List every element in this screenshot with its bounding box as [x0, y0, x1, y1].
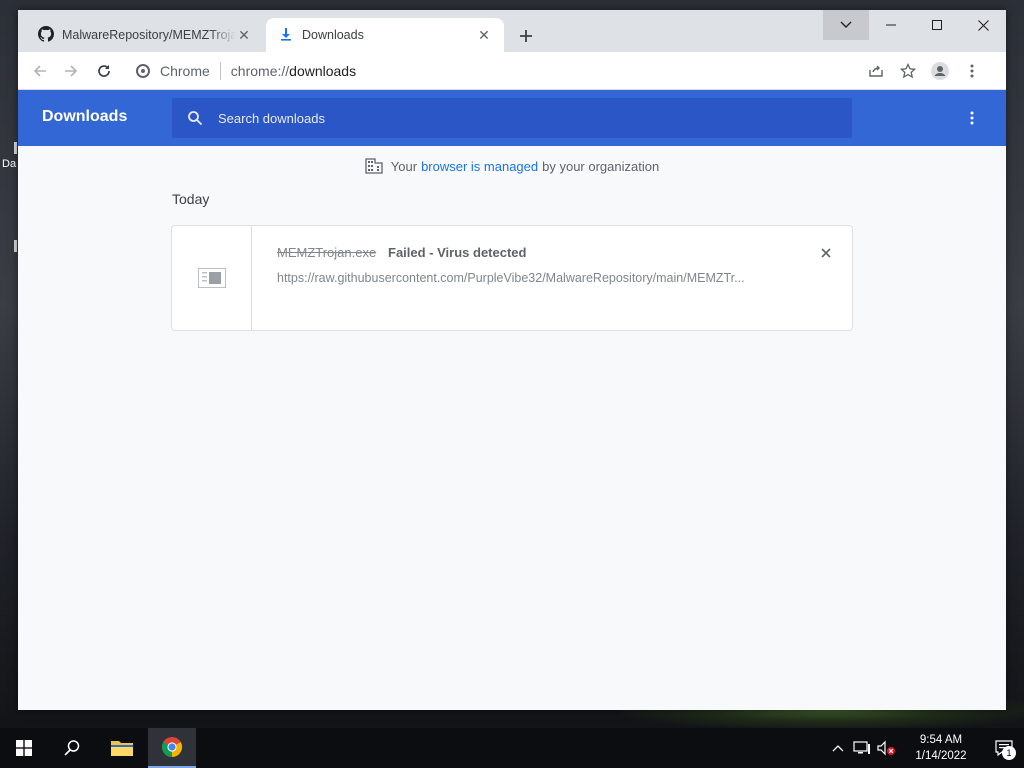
managed-suffix: by your organization — [542, 158, 660, 174]
building-icon — [365, 158, 383, 174]
generic-file-icon — [197, 268, 226, 288]
action-center-button[interactable]: 1 — [984, 728, 1024, 768]
tab-title: Downloads — [302, 28, 364, 42]
system-tray: 9:54 AM 1/14/2022 1 — [826, 728, 1024, 768]
managed-notice: Your browser is managed by your organiza… — [18, 158, 1006, 174]
browser-toolbar: Chrome chrome://downloads — [18, 52, 1006, 90]
clock-date: 1/14/2022 — [915, 750, 967, 762]
chevron-up-icon[interactable] — [826, 728, 850, 768]
desktop-icon-fragment — [14, 142, 17, 154]
windows-taskbar: 9:54 AM 1/14/2022 1 — [0, 728, 1024, 768]
file-name: MEMZTrojan.exe — [277, 245, 377, 260]
network-icon[interactable] — [850, 728, 874, 768]
maximize-button[interactable] — [914, 10, 960, 40]
chrome-site-icon — [136, 64, 150, 78]
chrome-window: MalwareRepository/MEMZTrojan ✕ Downloads… — [18, 10, 1006, 710]
search-downloads-input[interactable]: Search downloads — [172, 98, 852, 138]
tab-downloads[interactable]: Downloads ✕ — [266, 18, 504, 52]
url-scheme: chrome:// — [230, 63, 290, 79]
site-label: Chrome — [160, 63, 210, 79]
reload-icon — [98, 65, 110, 77]
chrome-taskbar-button[interactable] — [148, 728, 196, 768]
tab-title: MalwareRepository/MEMZTrojan — [62, 28, 236, 42]
tab-strip: MalwareRepository/MEMZTrojan ✕ Downloads… — [18, 10, 1006, 52]
search-placeholder: Search downloads — [218, 110, 325, 126]
arrow-right-icon — [65, 65, 78, 77]
download-item: MEMZTrojan.exe Failed - Virus detected h… — [172, 226, 852, 330]
share-icon[interactable] — [860, 56, 892, 86]
tab-malware-repository[interactable]: MalwareRepository/MEMZTrojan ✕ — [26, 18, 264, 52]
omnibox-actions — [860, 56, 988, 86]
taskbar-clock[interactable]: 9:54 AM 1/14/2022 — [906, 732, 976, 764]
page-title: Downloads — [42, 108, 128, 125]
windows-logo-icon — [16, 740, 32, 756]
section-date-header: Today — [172, 191, 210, 207]
start-button[interactable] — [0, 728, 48, 768]
managed-prefix: Your — [390, 158, 418, 174]
file-icon-column — [172, 226, 252, 330]
github-icon — [38, 25, 55, 45]
kebab-menu-icon[interactable] — [956, 56, 988, 86]
arrow-left-icon — [33, 65, 46, 77]
window-close-button[interactable] — [960, 10, 1006, 40]
taskbar-search-button[interactable] — [48, 728, 96, 768]
reload-button[interactable] — [92, 59, 116, 83]
new-tab-button[interactable] — [514, 24, 538, 48]
bookmark-star-icon[interactable] — [892, 56, 924, 86]
search-icon — [64, 740, 80, 756]
kebab-menu-icon — [970, 111, 974, 125]
minimize-button[interactable] — [868, 10, 914, 40]
omnibox-separator — [219, 62, 221, 80]
back-button[interactable] — [28, 59, 52, 83]
url-host: downloads — [289, 63, 357, 79]
omnibox[interactable]: Chrome chrome://downloads — [128, 56, 988, 86]
search-icon — [186, 109, 204, 127]
close-icon[interactable]: ✕ — [476, 27, 492, 43]
forward-button[interactable] — [59, 59, 83, 83]
download-status: Failed - Virus detected — [388, 245, 527, 260]
profile-avatar-icon[interactable] — [924, 56, 956, 86]
downloads-header: Downloads Search downloads — [18, 90, 1006, 146]
managed-link[interactable]: browser is managed — [421, 159, 538, 174]
file-explorer-button[interactable] — [98, 728, 146, 768]
close-icon[interactable]: ✕ — [236, 27, 252, 43]
download-icon — [278, 26, 294, 45]
close-icon — [821, 248, 831, 258]
desktop-icon-label: Da — [2, 158, 17, 170]
remove-from-list-button[interactable] — [818, 245, 834, 261]
tab-search-button[interactable] — [823, 10, 869, 40]
clock-time: 9:54 AM — [919, 734, 963, 746]
folder-icon — [111, 741, 133, 756]
desktop-icon-fragment — [14, 240, 17, 252]
source-url-link[interactable]: https://raw.githubusercontent.com/Purple… — [277, 271, 777, 285]
omnibox-url[interactable]: chrome://downloads — [231, 63, 356, 79]
downloads-menu-button[interactable] — [962, 108, 982, 128]
site-info-chip[interactable]: Chrome — [128, 63, 210, 79]
chrome-logo-icon — [161, 737, 183, 758]
notification-count-badge: 1 — [1002, 746, 1016, 760]
volume-muted-icon[interactable] — [874, 728, 898, 768]
